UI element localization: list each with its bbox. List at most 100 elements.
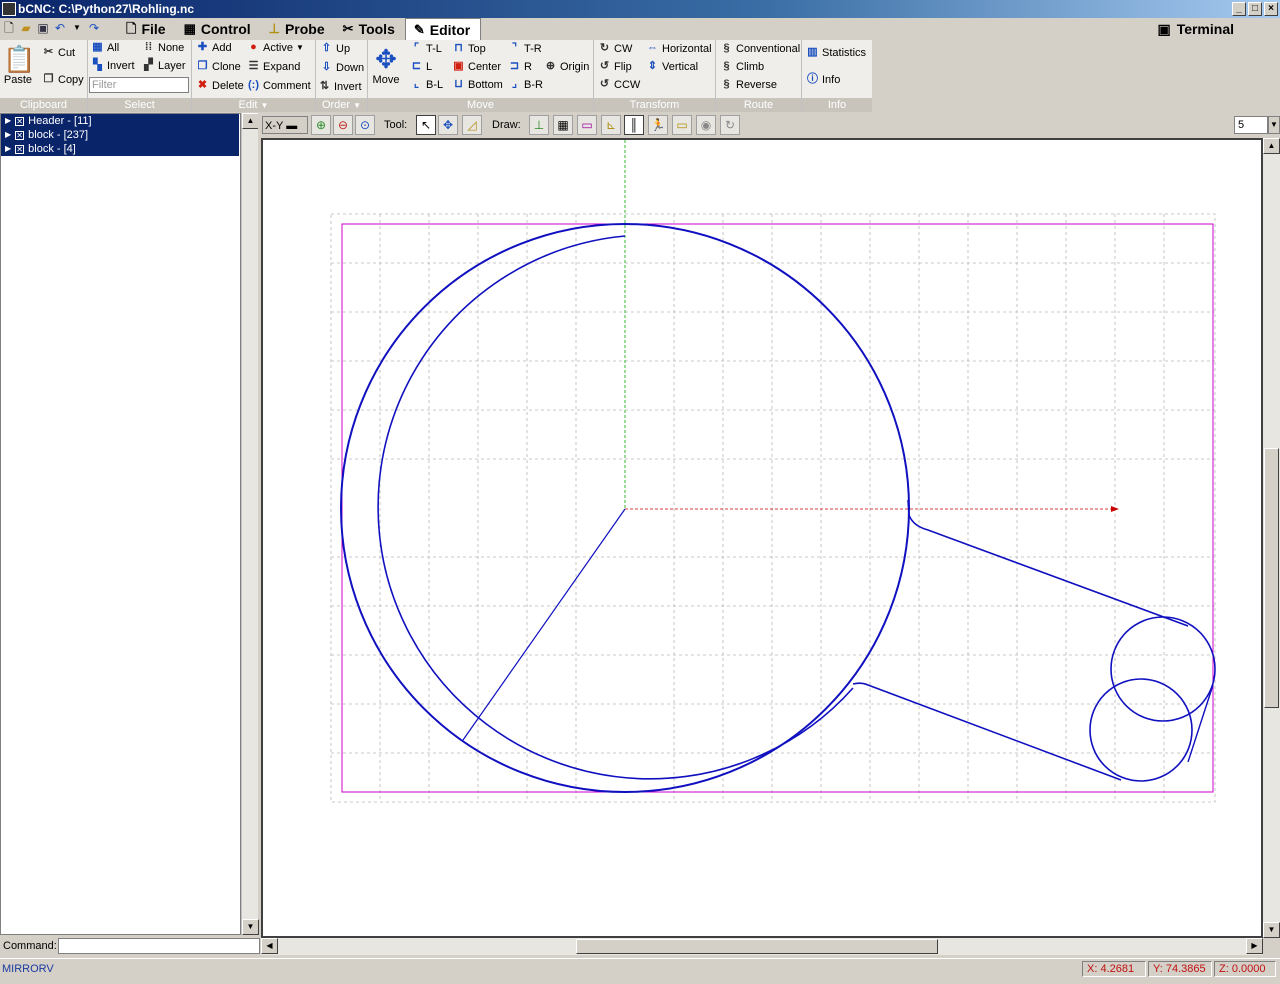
draw-camera-button[interactable]: ◉ (696, 115, 716, 135)
undo-icon[interactable]: ↶ (53, 21, 67, 35)
tree-row[interactable]: ▶ ✕ block - [4] (1, 142, 239, 156)
move-l-button[interactable]: ⊏ L (410, 60, 432, 73)
flip-button[interactable]: ↺ Flip (598, 60, 632, 73)
draw-workarea-button[interactable]: ▭ (672, 115, 692, 135)
zoom-dropdown-icon[interactable]: ▼ (1268, 116, 1280, 134)
climb-button[interactable]: § Climb (720, 60, 764, 73)
zoom-in-button[interactable]: ⊕ (311, 115, 331, 135)
expand-arrow-icon[interactable]: ▶ (5, 128, 11, 142)
conventional-button[interactable]: § Conventional (720, 42, 800, 55)
axes-icon: ⊥ (533, 118, 545, 132)
move-center-button[interactable]: ▣ Center (452, 60, 501, 73)
move-tl-button[interactable]: ⌜ T-L (410, 42, 442, 55)
cnc-canvas[interactable] (261, 138, 1263, 938)
order-dropdown-icon[interactable]: ▼ (353, 101, 361, 110)
minimize-button[interactable]: _ (1232, 2, 1246, 16)
expand-arrow-icon[interactable]: ▶ (5, 114, 11, 128)
statistics-button[interactable]: ▥ Statistics (806, 46, 866, 59)
scroll-down-button[interactable]: ▼ (242, 919, 259, 935)
redo-icon[interactable]: ↷ (87, 21, 101, 35)
pan-tool-button[interactable]: ✥ (438, 115, 458, 135)
canvas-horizontal-scrollbar[interactable]: ◀ ▶ (261, 938, 1263, 955)
cursor-icon: ↖ (420, 118, 432, 132)
expand-button[interactable]: ☰ Expand (247, 60, 301, 73)
move-r-button[interactable]: ⊐ R (508, 60, 532, 73)
scroll-up-button[interactable]: ▲ (242, 113, 259, 129)
select-all-button[interactable]: ▦ All (91, 41, 119, 54)
canvas-scroll-up-button[interactable]: ▲ (1263, 138, 1280, 154)
tab-tools[interactable]: ✂ Tools (335, 18, 405, 40)
clone-button[interactable]: ❐ Clone (196, 60, 241, 73)
tab-control[interactable]: ▦ Control (176, 18, 261, 40)
move-tr-button[interactable]: ⌝ T-R (508, 42, 542, 55)
tab-file[interactable]: 🗋 File (118, 18, 176, 40)
undo-dropdown-icon[interactable]: ▼ (70, 21, 84, 35)
select-none-button[interactable]: ⁞⁞ None (142, 41, 184, 54)
paste-button[interactable]: 📋 Paste (3, 44, 35, 86)
order-down-button[interactable]: ⇩ Down (320, 61, 364, 74)
tree-row[interactable]: ▶ ✕ block - [237] (1, 128, 239, 142)
delete-button[interactable]: ✖ Delete (196, 79, 244, 92)
canvas-vertical-thumb[interactable] (1264, 448, 1279, 708)
move-top-button[interactable]: ⊓ Top (452, 42, 486, 55)
tab-editor[interactable]: ✎ Editor (404, 18, 482, 40)
draw-margin-button[interactable]: ▭ (577, 115, 597, 135)
order-up-button[interactable]: ⇧ Up (320, 42, 350, 55)
checkbox-icon[interactable]: ✕ (15, 130, 25, 140)
active-button[interactable]: ● Active ▼ (247, 41, 304, 54)
draw-grid-button[interactable]: ▦ (553, 115, 573, 135)
rotate-cw-button[interactable]: ↻ CW (598, 42, 632, 55)
canvas-scroll-right-button[interactable]: ▶ (1246, 938, 1263, 954)
select-layer-button[interactable]: ▞ Layer (142, 59, 185, 72)
open-folder-icon[interactable]: ▰ (19, 21, 33, 35)
canvas-horizontal-thumb[interactable] (576, 939, 938, 954)
tab-terminal[interactable]: ▣ Terminal (1157, 18, 1234, 40)
mirror-vertical-button[interactable]: ⇕ Vertical (646, 60, 698, 73)
checkbox-icon[interactable]: ✕ (15, 144, 25, 154)
draw-probe-button[interactable]: ⊾ (601, 115, 621, 135)
new-file-icon[interactable]: 🗋 (2, 21, 16, 35)
view-select[interactable]: X-Y ▬ (262, 116, 308, 134)
comment-button[interactable]: (:) Comment (247, 79, 311, 92)
edit-dropdown-icon[interactable]: ▼ (261, 101, 269, 110)
zoom-fit-button[interactable]: ⊙ (355, 115, 375, 135)
zoom-level-select[interactable]: 5 (1234, 116, 1268, 134)
mirror-vertical-icon: ⇕ (647, 60, 658, 72)
tree-scrollbar[interactable]: ▲ ▼ (241, 113, 259, 935)
command-input[interactable] (58, 938, 260, 954)
select-invert-button[interactable]: ▚ Invert (91, 59, 134, 72)
tree-row[interactable]: ▶ ✕ Header - [11] (1, 114, 239, 128)
select-tool-button[interactable]: ↖ (416, 115, 436, 135)
maximize-button[interactable]: □ (1248, 2, 1262, 16)
copy-button[interactable]: ❐ Copy (42, 73, 84, 86)
mirror-horizontal-button[interactable]: ⇔ Horizontal (646, 42, 712, 55)
redraw-button[interactable]: ↻ (720, 115, 740, 135)
draw-paths-button[interactable]: ║ (624, 115, 644, 135)
canvas-vertical-scrollbar[interactable]: ▲ ▼ (1263, 138, 1280, 938)
canvas-scroll-left-button[interactable]: ◀ (261, 938, 278, 954)
move-origin-button[interactable]: ⊕ Origin (544, 60, 589, 73)
info-button[interactable]: ⓘ Info (806, 73, 840, 86)
top-right-icon: ⌝ (511, 42, 518, 54)
save-icon[interactable]: ▣ (36, 21, 50, 35)
block-tree[interactable]: ▶ ✕ Header - [11] ▶ ✕ block - [237] ▶ ✕ block … (0, 113, 241, 935)
order-invert-button[interactable]: ⇅ Invert (318, 80, 362, 93)
move-bottom-button[interactable]: ⊔ Bottom (452, 78, 503, 91)
draw-rapid-button[interactable]: 🏃 (648, 115, 668, 135)
reverse-button[interactable]: § Reverse (720, 78, 777, 91)
filter-input[interactable]: Filter (89, 77, 189, 93)
tab-probe[interactable]: ⊥ Probe (261, 18, 335, 40)
move-bl-button[interactable]: ⌞ B-L (410, 78, 443, 91)
add-button[interactable]: ✚ Add (196, 41, 232, 54)
draw-axes-button[interactable]: ⊥ (529, 115, 549, 135)
zoom-out-button[interactable]: ⊖ (333, 115, 353, 135)
canvas-scroll-down-button[interactable]: ▼ (1263, 922, 1280, 938)
ruler-tool-button[interactable]: ◿ (462, 115, 482, 135)
expand-arrow-icon[interactable]: ▶ (5, 142, 11, 156)
checkbox-icon[interactable]: ✕ (15, 116, 25, 126)
rotate-ccw-button[interactable]: ↺ CCW (598, 78, 640, 91)
move-br-button[interactable]: ⌟ B-R (508, 78, 543, 91)
close-button[interactable]: × (1264, 2, 1278, 16)
cut-button[interactable]: ✂ Cut (42, 46, 75, 59)
move-button[interactable]: ✥ Move (371, 44, 401, 86)
